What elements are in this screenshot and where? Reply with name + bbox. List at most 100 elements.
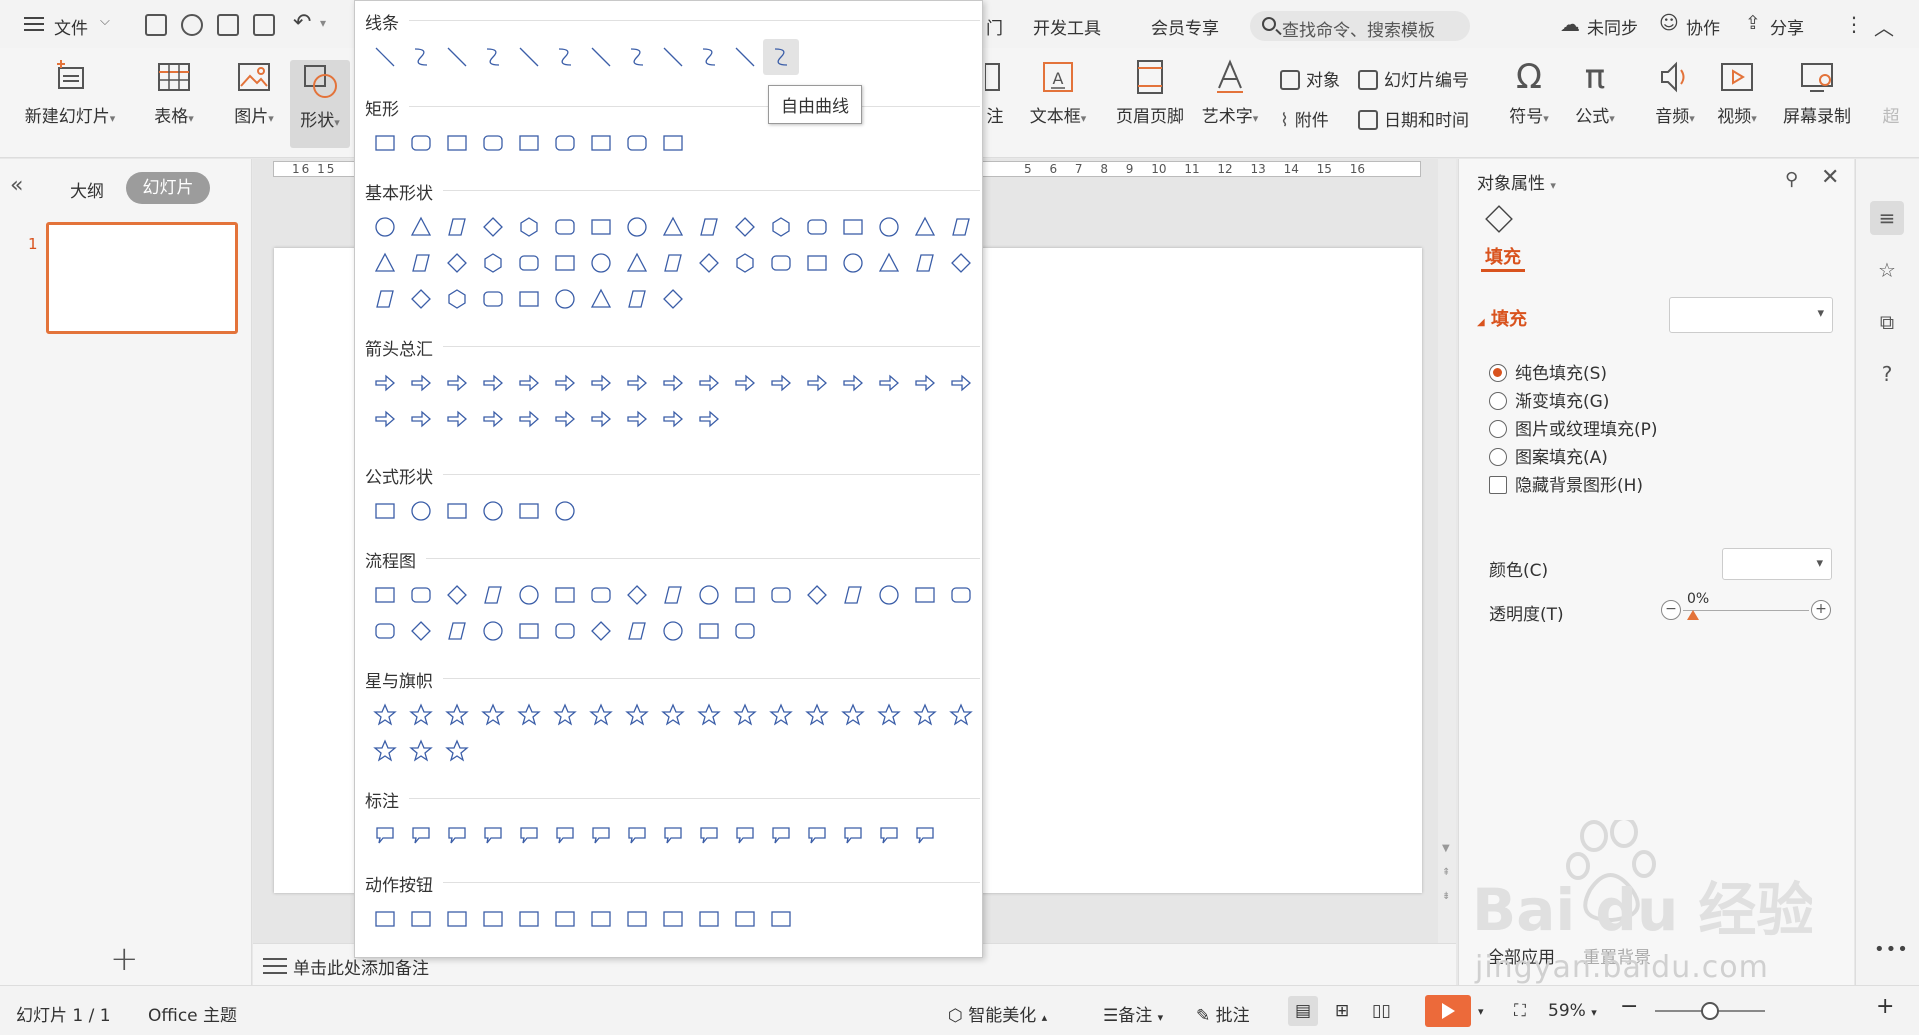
- shape-item[interactable]: [403, 281, 439, 317]
- radio-pattern-fill[interactable]: 图案填充(A): [1489, 443, 1608, 468]
- shape-item[interactable]: [547, 245, 583, 281]
- shape-item[interactable]: [511, 281, 547, 317]
- zoom-in-button[interactable]: +: [1876, 994, 1894, 1019]
- shape-item[interactable]: [367, 901, 403, 937]
- radio-picture-fill[interactable]: 图片或纹理填充(P): [1489, 415, 1658, 440]
- date-time-button[interactable]: 日期和时间: [1358, 106, 1469, 131]
- shape-item[interactable]: [439, 245, 475, 281]
- shape-item[interactable]: [799, 817, 835, 853]
- pin-icon[interactable]: ⚲: [1785, 169, 1798, 190]
- shape-item[interactable]: [439, 901, 475, 937]
- sync-status[interactable]: 未同步: [1587, 14, 1638, 39]
- shape-item[interactable]: [799, 245, 835, 281]
- shape-item[interactable]: [439, 39, 475, 75]
- symbol-button[interactable]: Ω 符号▾: [1504, 58, 1554, 127]
- zoom-level[interactable]: 59% ▾: [1548, 1001, 1597, 1021]
- shape-item[interactable]: [655, 125, 691, 161]
- shape-item[interactable]: [403, 901, 439, 937]
- shape-item[interactable]: [547, 493, 583, 529]
- shape-item[interactable]: [367, 245, 403, 281]
- shape-item[interactable]: [583, 365, 619, 401]
- shape-item[interactable]: [835, 365, 871, 401]
- shape-item[interactable]: [511, 209, 547, 245]
- shape-item[interactable]: [511, 365, 547, 401]
- tab-outline[interactable]: 大纲: [70, 177, 104, 202]
- shape-item[interactable]: [655, 245, 691, 281]
- shape-item[interactable]: [619, 901, 655, 937]
- shape-item[interactable]: [583, 901, 619, 937]
- table-button[interactable]: 表格▾: [146, 58, 202, 127]
- shape-item[interactable]: [655, 577, 691, 613]
- shapes-button[interactable]: 形状▾: [290, 60, 350, 148]
- transparency-slider[interactable]: [1683, 610, 1809, 611]
- comments-toggle[interactable]: ✎ 批注: [1196, 1001, 1250, 1026]
- shape-item[interactable]: [475, 39, 511, 75]
- shape-item[interactable]: [619, 613, 655, 649]
- shape-item[interactable]: [583, 209, 619, 245]
- shape-item[interactable]: [475, 281, 511, 317]
- undo-icon[interactable]: ↶: [293, 10, 311, 35]
- color-dropdown[interactable]: [1722, 548, 1832, 580]
- shape-item[interactable]: [367, 817, 403, 853]
- shape-item[interactable]: [907, 245, 943, 281]
- more-vert-icon[interactable]: ⋮: [1844, 12, 1864, 36]
- shape-item[interactable]: [691, 401, 727, 437]
- shape-item[interactable]: [727, 613, 763, 649]
- shape-item[interactable]: [367, 125, 403, 161]
- shape-item[interactable]: [619, 817, 655, 853]
- fill-section-header[interactable]: ◢ 填充: [1477, 305, 1527, 331]
- shape-item[interactable]: [547, 365, 583, 401]
- shape-item[interactable]: [943, 365, 979, 401]
- radio-gradient-fill[interactable]: 渐变填充(G): [1489, 387, 1609, 412]
- shape-item[interactable]: [439, 125, 475, 161]
- chevron-down-icon[interactable]: ▾: [320, 16, 326, 30]
- shape-freeform-curve[interactable]: [763, 39, 799, 75]
- shape-item[interactable]: [583, 817, 619, 853]
- notes-partial-button[interactable]: 注: [984, 58, 1006, 127]
- menu-dev-tools[interactable]: 开发工具: [1033, 14, 1101, 39]
- shape-item[interactable]: [475, 577, 511, 613]
- shape-item[interactable]: [511, 39, 547, 75]
- shape-item[interactable]: [547, 613, 583, 649]
- reading-view-icon[interactable]: ▯▯: [1372, 1001, 1391, 1021]
- shape-item[interactable]: [403, 577, 439, 613]
- shape-item[interactable]: [619, 39, 655, 75]
- shape-item[interactable]: [799, 209, 835, 245]
- shape-item[interactable]: [655, 901, 691, 937]
- shape-item[interactable]: [367, 697, 403, 733]
- shape-item[interactable]: [835, 209, 871, 245]
- shape-item[interactable]: [547, 39, 583, 75]
- shape-item[interactable]: [763, 577, 799, 613]
- shape-item[interactable]: [619, 401, 655, 437]
- shape-item[interactable]: [691, 245, 727, 281]
- shape-item[interactable]: [403, 613, 439, 649]
- shape-item[interactable]: [619, 577, 655, 613]
- shape-item[interactable]: [835, 697, 871, 733]
- shape-item[interactable]: [547, 209, 583, 245]
- shape-item[interactable]: [727, 365, 763, 401]
- shape-item[interactable]: [439, 493, 475, 529]
- shape-item[interactable]: [655, 401, 691, 437]
- vertical-scrollbar[interactable]: ▼ ⇞ ⇟: [1438, 159, 1456, 943]
- shape-item[interactable]: [403, 39, 439, 75]
- smart-beautify-button[interactable]: ⬡ 智能美化 ▴: [948, 1001, 1047, 1026]
- star-icon[interactable]: ☆: [1870, 253, 1904, 287]
- share-button[interactable]: 分享: [1770, 14, 1804, 39]
- shape-item[interactable]: [691, 613, 727, 649]
- transparency-plus-button[interactable]: +: [1811, 600, 1831, 620]
- shape-item[interactable]: [367, 401, 403, 437]
- fill-preset-dropdown[interactable]: [1669, 297, 1833, 333]
- shape-item[interactable]: [367, 281, 403, 317]
- shape-item[interactable]: [619, 125, 655, 161]
- shape-item[interactable]: [619, 697, 655, 733]
- shape-item[interactable]: [727, 245, 763, 281]
- shape-item[interactable]: [583, 281, 619, 317]
- shape-item[interactable]: [763, 697, 799, 733]
- shape-item[interactable]: [943, 209, 979, 245]
- shape-item[interactable]: [439, 209, 475, 245]
- menu-member[interactable]: 会员专享: [1151, 14, 1219, 39]
- print-icon[interactable]: [217, 14, 239, 36]
- shape-item[interactable]: [691, 209, 727, 245]
- prev-slide-icon[interactable]: ⇞: [1442, 867, 1450, 878]
- shape-item[interactable]: [583, 39, 619, 75]
